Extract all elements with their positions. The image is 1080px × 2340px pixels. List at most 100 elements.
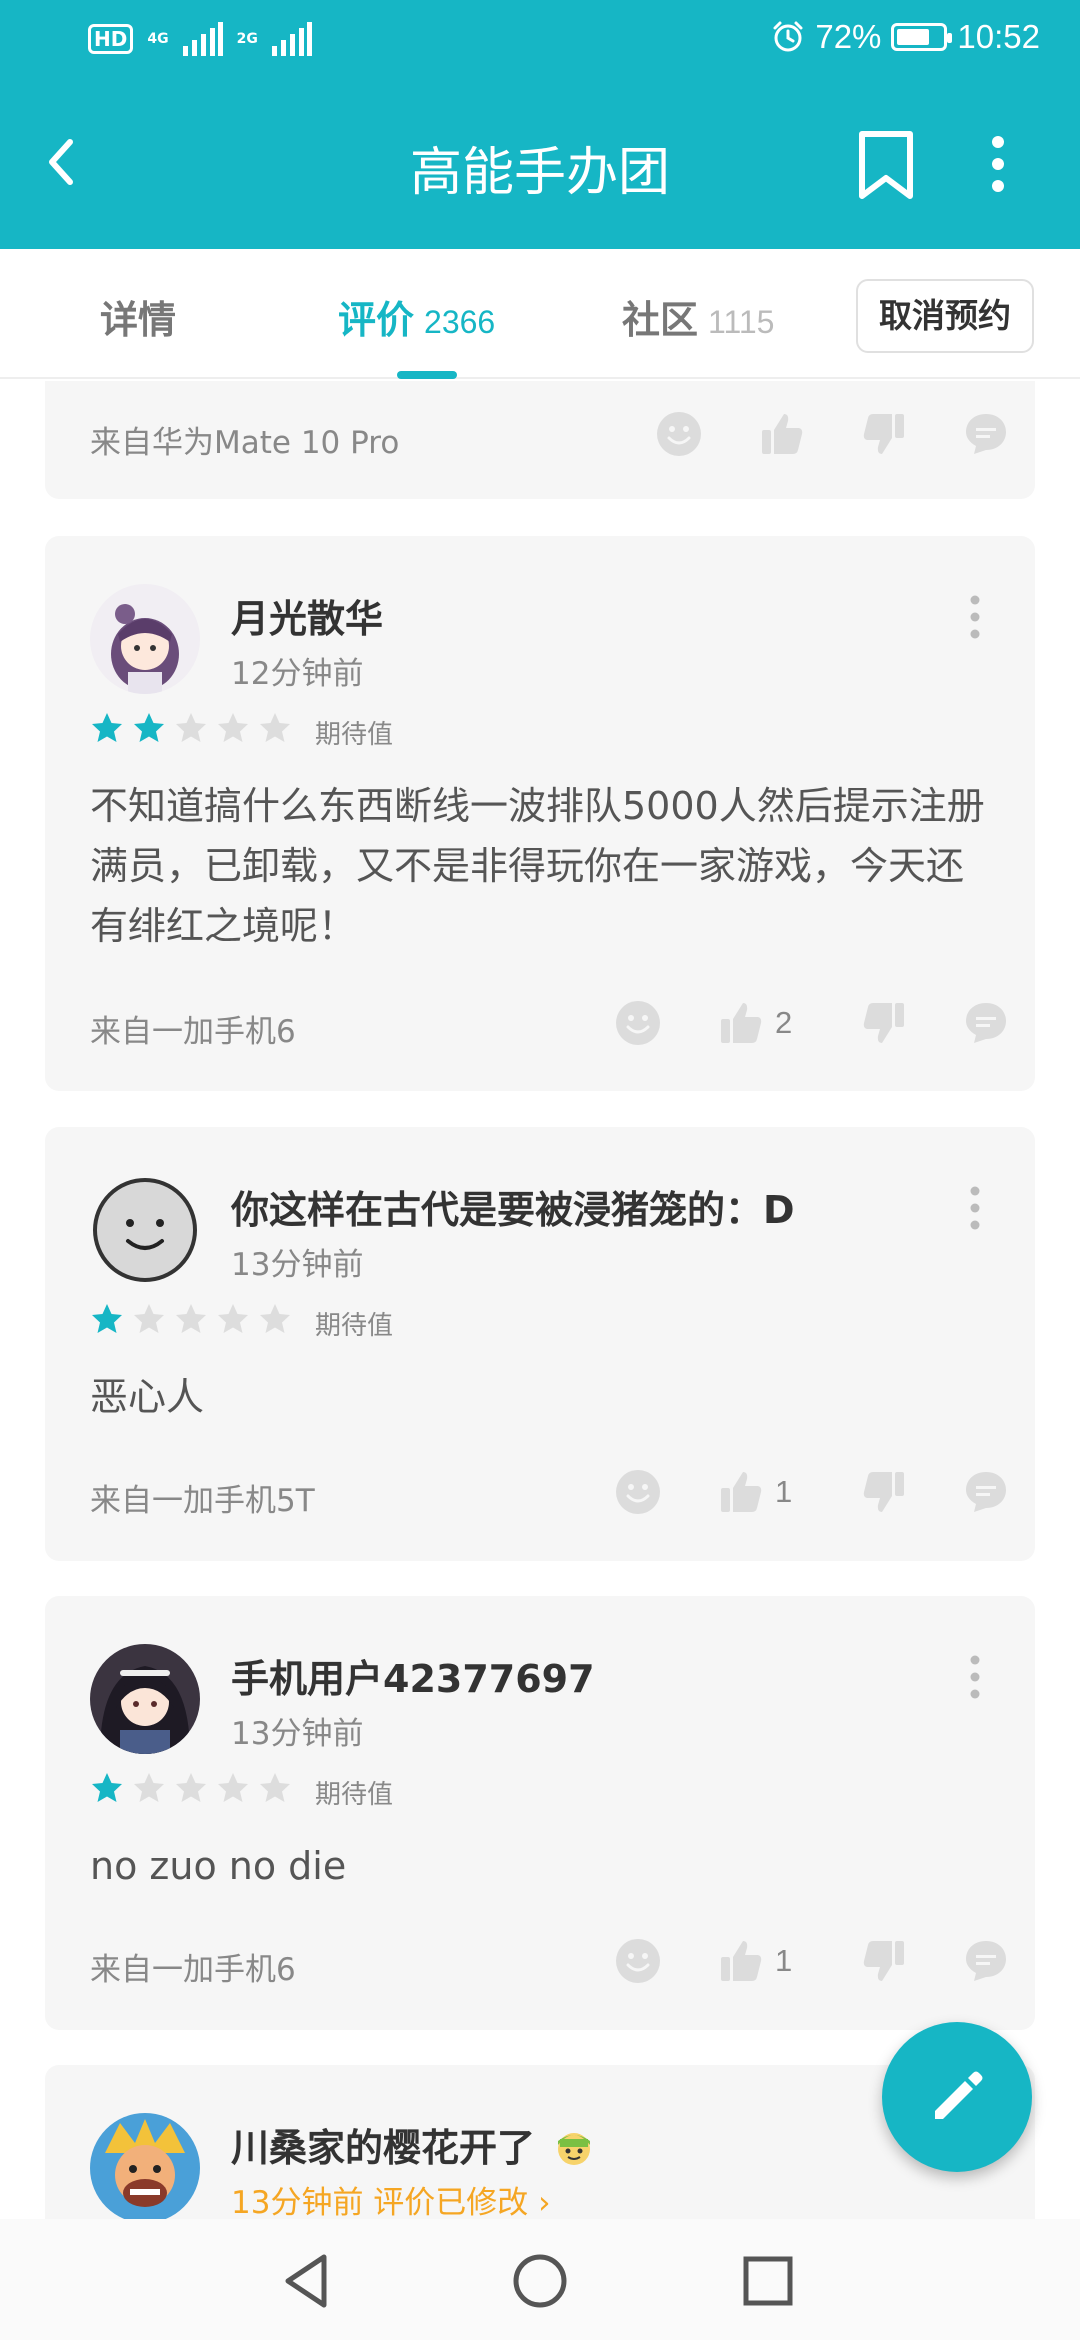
dislike-button[interactable] [860,1467,908,1517]
thumbs-down-icon [863,414,904,454]
thumbs-up-icon [721,1941,762,1981]
username[interactable]: 川桑家的樱花开了 [231,2117,594,2172]
emoji-badge-icon [558,2133,591,2165]
tab-label: 社区 [622,298,699,342]
thumbs-down-icon [863,1941,904,1981]
review-time: 13分钟前 [231,1716,364,1752]
username[interactable]: 月光散华 [231,588,383,643]
username[interactable]: 手机用户42377697 [231,1648,595,1703]
title-bar: 高能手办团 [0,80,1080,249]
smiley-icon [616,1939,660,1983]
thumbs-up-icon [721,1472,762,1512]
more-vertical-icon[interactable] [965,1183,985,1233]
star-empty-icon [260,1773,290,1802]
star-empty-icon [176,1773,206,1802]
star-empty-icon [260,713,290,742]
device-label: 来自一加手机6 [90,1014,296,1050]
tab-reviews[interactable]: 评价 2366 [338,289,495,344]
like-count: 1 [775,1474,793,1509]
review-card: 月光散华 12分钟前 期待值 不知道搞什么东西断线一波排队5000人然后提示注册… [45,536,1035,1091]
device-label: 来自华为Mate 10 Pro [90,425,400,461]
rating-label: 期待值 [315,1780,394,1810]
more-vertical-icon[interactable] [965,1652,985,1702]
star-empty-icon [134,1773,164,1802]
comment-button[interactable] [962,409,1010,459]
signal-icon [271,22,312,56]
comment-button[interactable] [962,998,1010,1048]
comment-icon [966,1941,1006,1981]
thumbs-up-icon [721,1003,762,1043]
star-filled-icon [92,1773,122,1802]
emoji-react-button[interactable] [614,1467,662,1517]
thumbs-down-icon [863,1003,904,1043]
reviews-list[interactable]: 来自华为Mate 10 Pro 月光散华 12分钟前 期待值 不知道搞什么东西断… [0,381,1080,2219]
review-time: 12分钟前 [231,656,364,692]
star-filled-icon [92,1304,122,1333]
rating-label: 期待值 [315,720,394,750]
rating-stars [90,711,292,745]
tab-label: 详情 [100,298,177,342]
bookmark-icon[interactable] [854,124,918,204]
rating-label: 期待值 [315,1311,394,1341]
comment-button[interactable] [962,1467,1010,1517]
review-footer: 来自华为Mate 10 Pro [90,409,1006,461]
avatar[interactable] [90,1644,200,1754]
tab-community[interactable]: 社区 1115 [622,289,774,344]
like-button[interactable]: 2 [717,998,792,1048]
cancel-reservation-button[interactable]: 取消预约 [856,279,1034,353]
home-circle-icon[interactable] [500,2241,580,2321]
review-time-edited-link[interactable]: 13分钟前 评价已修改 › [231,2177,551,2219]
review-card: 手机用户42377697 13分钟前 期待值 no zuo no die 来自一… [45,1596,1035,2030]
edit-pencil-icon [935,2071,983,2119]
smiley-icon [657,412,701,456]
star-empty-icon [218,1304,248,1333]
like-button[interactable]: 1 [717,1936,792,1986]
star-empty-icon [260,1304,290,1333]
tab-details[interactable]: 详情 [100,289,176,344]
smiley-icon [616,1470,660,1514]
emoji-react-button[interactable] [655,409,703,459]
rating-stars [90,1771,292,1805]
review-footer: 来自一加手机6 1 [90,1936,1006,1988]
status-bar: HD 4G 2G 72% 10:52 [0,0,1080,80]
battery-icon [891,23,953,51]
review-card: 你这样在古代是要被浸猪笼的：D 13分钟前 期待值 恶心人 来自一加手机5T 1 [45,1127,1035,1561]
star-empty-icon [176,1304,206,1333]
review-card: 来自华为Mate 10 Pro [45,381,1035,499]
tab-count: 2366 [424,304,496,340]
comment-button[interactable] [962,1936,1010,1986]
back-triangle-icon[interactable] [268,2241,348,2321]
emoji-react-button[interactable] [614,998,662,1048]
hd-badge: HD [88,24,134,54]
star-filled-icon [92,713,122,742]
dislike-button[interactable] [860,998,908,1048]
emoji-react-button[interactable] [614,1936,662,1986]
write-review-button[interactable] [882,2022,1032,2172]
device-label: 来自一加手机5T [90,1483,315,1519]
like-count: 1 [775,1943,793,1978]
device-label: 来自一加手机6 [90,1952,296,1988]
comment-icon [966,1003,1006,1043]
thumbs-down-icon [863,1472,904,1512]
more-vertical-icon[interactable] [965,592,985,642]
username[interactable]: 你这样在古代是要被浸猪笼的：D [231,1179,795,1234]
star-empty-icon [176,713,206,742]
avatar[interactable] [90,584,200,694]
like-button[interactable] [758,409,806,459]
like-button[interactable]: 1 [717,1467,792,1517]
star-empty-icon [218,1773,248,1802]
signal-icon [182,22,223,56]
avatar[interactable] [90,1175,200,1285]
tab-label: 评价 [338,298,415,342]
dislike-button[interactable] [860,409,908,459]
alarm-icon [773,21,803,52]
active-tab-indicator [397,371,457,379]
more-vertical-icon[interactable] [968,124,1028,204]
avatar[interactable] [90,2113,200,2219]
recents-square-icon[interactable] [728,2241,808,2321]
review-text: 恶心人 [90,1375,205,1419]
smiley-icon [616,1001,660,1045]
battery-percent: 72% [815,18,882,55]
dislike-button[interactable] [860,1936,908,1986]
clock: 10:52 [957,18,1040,55]
